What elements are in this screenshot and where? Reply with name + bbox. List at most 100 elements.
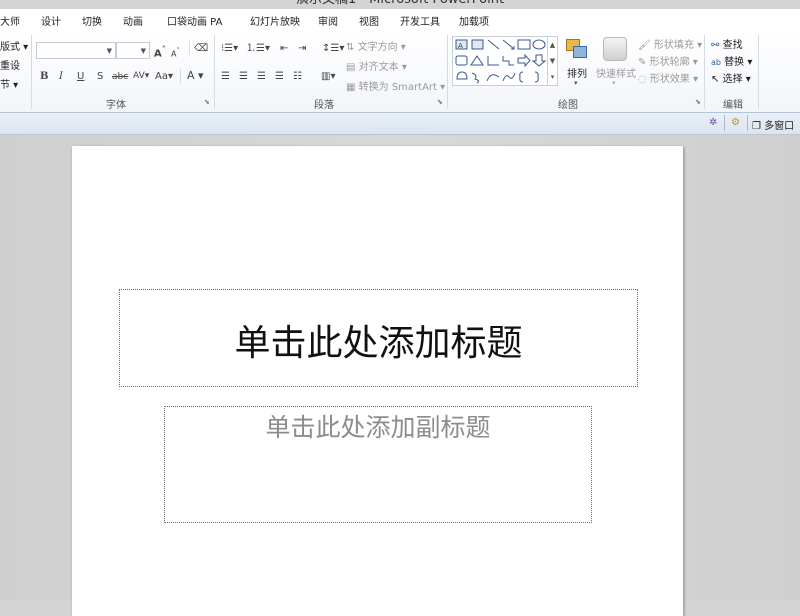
numbered-list-icon: ⒈☰ <box>246 43 265 54</box>
align-text-icon: ▤ <box>346 62 356 73</box>
ribbon-tab-bar: 大师 设计 切换 动画 口袋动画 PA 幻灯片放映 审阅 视图 开发工具 加载项 <box>0 9 800 33</box>
paragraph-group-label: 段落 <box>314 100 334 111</box>
chevron-down-icon: ▼ <box>106 47 112 55</box>
tab-developer[interactable]: 开发工具 <box>400 13 440 28</box>
align-left-icon: ☰ <box>221 71 230 82</box>
subtitle-placeholder[interactable]: 单击此处添加副标题 <box>164 406 592 523</box>
font-color-button[interactable]: A ▾ <box>187 70 204 82</box>
align-left-button[interactable]: ☰ <box>221 71 230 83</box>
dialog-launcher-icon[interactable]: ⬊ <box>437 99 444 106</box>
font-group-label: 字体 <box>106 100 126 111</box>
window-icon: ❐ <box>752 121 761 132</box>
gallery-expand[interactable]: ▾ <box>547 69 557 85</box>
layout-button[interactable]: 版式 ▾ <box>0 38 28 53</box>
distributed-button[interactable]: ☷ <box>293 71 302 83</box>
dialog-launcher-icon[interactable]: ⬊ <box>204 99 211 106</box>
char-spacing-button[interactable]: AV▾ <box>133 70 149 82</box>
multi-window-label: 多窗口 <box>764 121 795 132</box>
find-button[interactable]: ⚯ 查找 <box>711 36 743 51</box>
shadow-button[interactable]: S <box>97 71 103 83</box>
shape-effects-button[interactable]: ◌ 形状效果 ▾ <box>638 70 698 85</box>
line-spacing-button[interactable]: ↕☰▾ <box>322 43 344 55</box>
grow-font-button[interactable]: A˄ <box>154 43 166 60</box>
font-color-icon: A <box>187 69 195 82</box>
shape-fill-button[interactable]: 🖌 形状填充 ▾ <box>638 36 702 51</box>
align-right-icon: ☰ <box>257 71 266 82</box>
align-center-button[interactable]: ☰ <box>239 71 248 83</box>
bold-button[interactable]: B <box>40 71 48 83</box>
find-label: 查找 <box>722 40 743 51</box>
shapes-gallery[interactable]: A ▲ ▼ ▾ <box>452 36 558 86</box>
bullets-button[interactable]: ⁝☰▾ <box>221 43 238 55</box>
chevron-down-icon: ▼ <box>140 47 146 55</box>
numbering-button[interactable]: ⒈☰▾ <box>246 43 270 55</box>
smartart-icon: ▦ <box>346 82 356 93</box>
tab-review[interactable]: 审阅 <box>318 13 338 28</box>
text-direction-label: 文字方向 <box>357 42 398 53</box>
group-separator <box>180 69 181 83</box>
drawing-group-label: 绘图 <box>558 100 578 111</box>
shape-outline-button[interactable]: ✎ 形状轮廓 ▾ <box>638 53 698 68</box>
columns-button[interactable]: ▥▾ <box>321 71 335 83</box>
sparkle-button[interactable]: ✲ <box>709 117 717 129</box>
bullet-list-icon: ⁝☰ <box>221 43 234 54</box>
chevron-down-icon: ▾ <box>612 79 616 87</box>
tab-animations[interactable]: 动画 <box>123 13 143 28</box>
italic-button[interactable]: I <box>59 71 63 83</box>
align-right-button[interactable]: ☰ <box>257 71 266 83</box>
replace-button[interactable]: ab 替换 ▾ <box>711 53 752 68</box>
align-text-button[interactable]: ▤ 对齐文本 ▾ <box>346 58 407 73</box>
layout-label: 版式 <box>0 42 20 53</box>
tab-view[interactable]: 视图 <box>359 13 379 28</box>
tab-addins[interactable]: 加载项 <box>459 13 489 28</box>
section-button[interactable]: 节 ▾ <box>0 76 18 91</box>
justify-button[interactable]: ☰ <box>275 71 284 83</box>
increase-indent-button[interactable]: ⇥ <box>298 43 306 55</box>
gallery-scroll-up[interactable]: ▲ <box>547 37 557 53</box>
editing-group-label: 编辑 <box>723 100 743 111</box>
sparkle-icon: ✲ <box>709 117 718 128</box>
arrange-button[interactable]: 排列 <box>567 65 587 80</box>
grow-font-icon: A <box>154 48 162 60</box>
tab-design[interactable]: 设计 <box>41 13 61 28</box>
multi-window-button[interactable]: ❐ 多窗口 <box>752 117 794 132</box>
title-placeholder[interactable]: 单击此处添加标题 <box>119 289 638 387</box>
quick-styles-icon <box>603 37 627 61</box>
eraser-icon: ⌫ <box>194 43 209 54</box>
strikethrough-button[interactable]: abc <box>112 71 128 83</box>
title-placeholder-text: 单击此处添加标题 <box>234 323 523 364</box>
section-label: 节 <box>0 80 10 91</box>
font-name-combo[interactable]: ▼ <box>36 42 116 59</box>
change-case-button[interactable]: Aa▾ <box>155 71 173 83</box>
gear-icon: ⚙ <box>731 117 740 128</box>
quick-styles-button[interactable]: 快速样式 <box>596 65 636 80</box>
shape-fill-label: 形状填充 <box>653 40 694 51</box>
tab-slideshow[interactable]: 幻灯片放映 <box>250 13 300 28</box>
convert-smartart-button[interactable]: ▦ 转换为 SmartArt ▾ <box>346 78 445 93</box>
effects-icon: ◌ <box>638 74 647 85</box>
clear-formatting-button[interactable]: ⌫ <box>194 43 208 55</box>
select-button[interactable]: ↖ 选择 ▾ <box>711 70 751 85</box>
shrink-font-button[interactable]: A˅ <box>171 45 180 61</box>
decrease-indent-button[interactable]: ⇤ <box>280 43 288 55</box>
pencil-icon: ✎ <box>638 57 647 68</box>
cursor-arrow-icon: ↖ <box>711 74 720 85</box>
settings-button[interactable]: ⚙ <box>731 117 740 129</box>
tab-master[interactable]: 大师 <box>0 13 20 28</box>
tab-transitions[interactable]: 切换 <box>82 13 102 28</box>
smartart-label: 转换为 SmartArt <box>358 82 437 93</box>
underline-button[interactable]: U <box>77 71 84 83</box>
tab-pocket-animation[interactable]: 口袋动画 PA <box>167 13 222 28</box>
toolbar-divider <box>724 115 725 131</box>
group-separator <box>704 35 705 109</box>
slide-canvas[interactable]: 单击此处添加标题 单击此处添加副标题 <box>72 146 683 616</box>
align-text-label: 对齐文本 <box>358 62 399 73</box>
dialog-launcher-icon[interactable]: ⬊ <box>695 99 702 106</box>
gallery-scroll-down[interactable]: ▼ <box>547 53 557 69</box>
ribbon: 版式 ▾ 重设 节 ▾ ▼ ▼ A˄ A˅ ⌫ B I U S abc AV▾ … <box>0 33 800 113</box>
font-size-combo[interactable]: ▼ <box>116 42 150 59</box>
reset-button[interactable]: 重设 <box>0 57 20 72</box>
text-direction-button[interactable]: ⇅ 文字方向 ▾ <box>346 38 406 53</box>
justify-icon: ☰ <box>275 71 284 82</box>
char-spacing-icon: AV <box>133 71 145 81</box>
